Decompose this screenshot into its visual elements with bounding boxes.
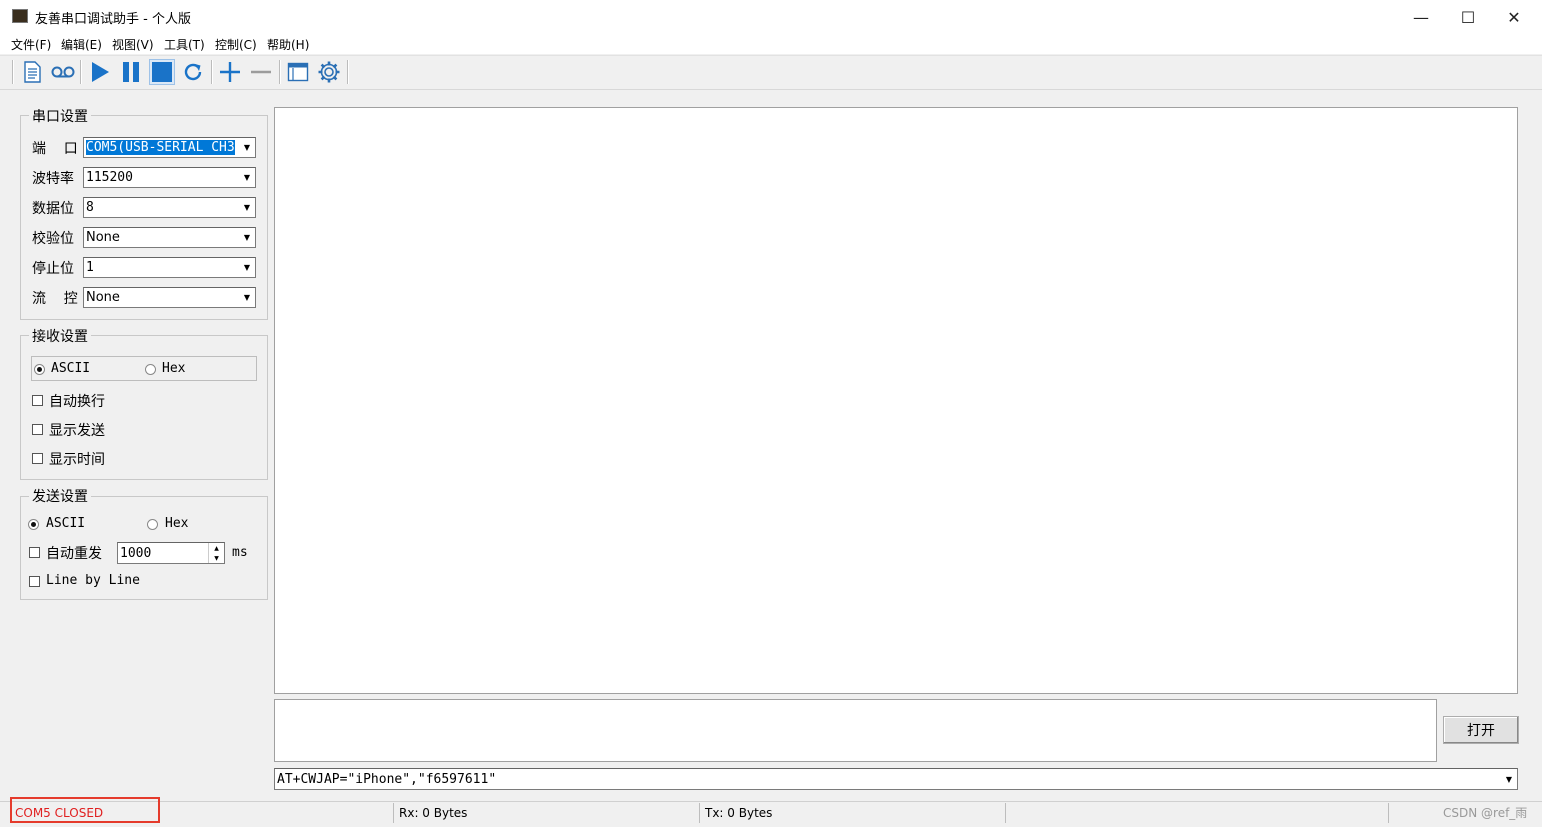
plus-icon[interactable] (217, 59, 243, 85)
status-empty-cell (1006, 803, 1389, 823)
pause-icon[interactable] (118, 59, 144, 85)
settings-gear-icon[interactable] (316, 59, 342, 85)
toolbar-separator (12, 60, 14, 84)
menu-edit[interactable]: 编辑(E) (61, 36, 102, 53)
baud-rate-select[interactable]: 115200 ▼ (83, 167, 256, 188)
dropdown-arrow-icon: ▼ (243, 143, 251, 152)
flow-control-value: None (86, 290, 120, 305)
receive-ascii-radio[interactable] (34, 364, 45, 375)
serial-settings-title: 串口设置 (29, 106, 91, 126)
menu-bar: 文件(F) 编辑(E) 视图(V) 工具(T) 控制(C) 帮助(H) (0, 34, 1542, 54)
open-port-button[interactable]: 打开 (1443, 716, 1519, 744)
minimize-icon: — (1413, 7, 1429, 27)
send-settings-title: 发送设置 (29, 486, 91, 506)
data-bits-select[interactable]: 8 ▼ (83, 197, 256, 218)
dropdown-arrow-icon: ▼ (243, 173, 251, 182)
app-window: 友善串口调试助手 - 个人版 — ☐ ✕ 文件(F) 编辑(E) 视图(V) 工… (0, 0, 1542, 827)
status-highlight-box (10, 797, 160, 823)
parity-label: 校验位 (32, 231, 74, 247)
baud-rate-value: 115200 (86, 170, 133, 185)
status-bar: COM5 CLOSED Rx: 0 Bytes Tx: 0 Bytes CSDN… (0, 801, 1542, 824)
resend-interval-value: 1000 (120, 546, 152, 561)
line-by-line-label: Line by Line (46, 573, 140, 588)
show-time-checkbox[interactable] (32, 453, 43, 464)
refresh-icon[interactable] (180, 59, 206, 85)
auto-wrap-label: 自动换行 (49, 394, 105, 410)
line-by-line-checkbox[interactable] (29, 576, 40, 587)
tx-counter: Tx: 0 Bytes (700, 803, 1006, 823)
show-time-label: 显示时间 (49, 452, 105, 468)
baud-rate-label: 波特率 (32, 171, 74, 187)
receive-hex-label: Hex (162, 361, 186, 376)
send-ascii-radio[interactable] (28, 519, 39, 530)
send-input-area[interactable] (274, 699, 1437, 762)
receive-hex-radio[interactable] (145, 364, 156, 375)
minimize-button[interactable]: — (1398, 0, 1444, 34)
menu-file[interactable]: 文件(F) (11, 36, 51, 53)
port-select[interactable]: COM5(USB-SERIAL CH3 ▼ (83, 137, 256, 158)
rx-counter: Rx: 0 Bytes (394, 803, 700, 823)
toolbar-separator (347, 60, 349, 84)
data-bits-value: 8 (86, 200, 94, 215)
receive-ascii-label: ASCII (51, 361, 91, 376)
dropdown-arrow-icon: ▼ (243, 293, 251, 302)
stop-bits-select[interactable]: 1 ▼ (83, 257, 256, 278)
port-value: COM5(USB-SERIAL CH3 (86, 140, 235, 155)
parity-select[interactable]: None ▼ (83, 227, 256, 248)
play-icon[interactable] (87, 59, 113, 85)
receive-settings-title: 接收设置 (29, 326, 91, 346)
close-button[interactable]: ✕ (1491, 0, 1537, 34)
flow-control-select[interactable]: None ▼ (83, 287, 256, 308)
menu-help[interactable]: 帮助(H) (267, 36, 309, 53)
auto-resend-label: 自动重发 (46, 546, 102, 562)
minus-icon[interactable] (248, 59, 274, 85)
window-icon[interactable] (285, 59, 311, 85)
command-history-select[interactable]: AT+CWJAP="iPhone","f6597611" ▼ (274, 768, 1518, 790)
stop-icon[interactable] (149, 59, 175, 85)
menu-tools[interactable]: 工具(T) (164, 36, 205, 53)
data-bits-label: 数据位 (32, 201, 74, 217)
title-bar: 友善串口调试助手 - 个人版 — ☐ ✕ (0, 0, 1542, 34)
window-title: 友善串口调试助手 - 个人版 (35, 12, 191, 27)
toolbar-separator (279, 60, 281, 84)
watermark: CSDN @ref_雨 (1443, 806, 1528, 820)
menu-control[interactable]: 控制(C) (215, 36, 257, 53)
menu-view[interactable]: 视图(V) (112, 36, 154, 53)
auto-resend-checkbox[interactable] (29, 547, 40, 558)
auto-wrap-checkbox[interactable] (32, 395, 43, 406)
toolbar (0, 55, 1542, 90)
maximize-button[interactable]: ☐ (1445, 0, 1491, 34)
close-icon: ✕ (1507, 7, 1521, 27)
resend-interval-spinbox[interactable]: 1000 ▲ ▼ (117, 542, 225, 564)
record-icon[interactable] (50, 59, 76, 85)
dropdown-arrow-icon: ▼ (243, 233, 251, 242)
parity-value: None (86, 230, 120, 245)
receive-output-area[interactable] (274, 107, 1518, 694)
flow-control-label: 流 控 (32, 291, 78, 307)
stop-bits-value: 1 (86, 260, 94, 275)
dropdown-arrow-icon: ▼ (243, 203, 251, 212)
port-label: 端 口 (32, 141, 78, 157)
dropdown-arrow-icon: ▼ (243, 263, 251, 272)
toolbar-separator (80, 60, 82, 84)
stop-bits-label: 停止位 (32, 261, 74, 277)
maximize-icon: ☐ (1460, 7, 1476, 27)
toolbar-separator (211, 60, 213, 84)
interval-unit-label: ms (232, 545, 248, 560)
app-icon (12, 9, 28, 23)
send-ascii-label: ASCII (46, 516, 86, 531)
spin-up-icon[interactable]: ▲ (208, 543, 224, 553)
command-value: AT+CWJAP="iPhone","f6597611" (277, 772, 497, 787)
send-hex-radio[interactable] (147, 519, 158, 530)
spin-down-icon[interactable]: ▼ (208, 553, 224, 563)
show-send-label: 显示发送 (49, 423, 105, 439)
new-document-icon[interactable] (19, 59, 45, 85)
send-hex-label: Hex (165, 516, 189, 531)
show-send-checkbox[interactable] (32, 424, 43, 435)
dropdown-arrow-icon: ▼ (1505, 774, 1513, 784)
